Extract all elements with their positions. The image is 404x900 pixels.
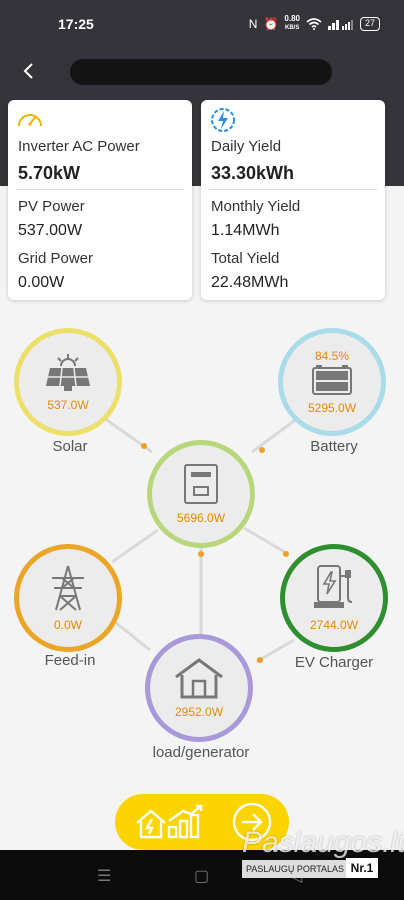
watermark-text: Paslaugos.lt [242,826,404,859]
battery-node[interactable]: 84.5% 5295.0W [278,328,386,436]
feedin-value: 0.0W [53,618,82,632]
inverter-node[interactable]: 5696.0W [147,440,255,548]
solar-value: 537.0W [47,398,89,412]
card-divider [16,189,184,190]
house-icon [175,658,223,699]
inverter-ev-line [243,526,289,556]
total-yield-label: Total Yield [211,250,280,267]
inverter-ac-power-label: Inverter AC Power [18,138,140,155]
pv-power-label: PV Power [18,198,85,215]
load-node[interactable]: 2952.0W [145,634,253,742]
speedometer-icon [18,114,42,127]
battery-percent: 84.5% [314,349,350,363]
daily-yield-label: Daily Yield [211,138,282,155]
battery-icon [312,365,352,395]
net-speed-unit: KB/S [285,25,300,31]
feedin-load-line [109,616,151,652]
wifi-icon [306,17,322,30]
redacted-site-title [70,59,332,85]
nfc-icon: N [248,16,258,31]
feedin-node[interactable]: 0.0W [14,544,122,652]
monthly-yield-label: Monthly Yield [211,198,301,215]
inverter-icon [184,464,218,504]
home-square-icon[interactable]: ▢ [194,866,209,886]
alarm-icon: ⏰ [263,16,279,31]
watermark-badge: Nr.1 [346,858,378,878]
power-tower-icon [52,565,84,611]
battery-value: 5295.0W [307,401,357,415]
lightning-icon [211,108,235,132]
status-icons: N ⏰ 0.80 KB/S 27 [249,15,380,32]
power-card: Inverter AC Power 5.70kW PV Power 537.00… [8,100,192,300]
battery-label: Battery [310,438,358,455]
back-button[interactable] [14,56,44,86]
grid-power-label: Grid Power [18,250,94,267]
inverter-value: 5696.0W [176,511,226,525]
total-yield-value: 22.48MWh [211,274,289,291]
net-speed-value: 0.80 [284,14,300,23]
recents-menu-icon[interactable]: ☰ [97,866,111,886]
grid-power-value: 0.00W [18,274,65,291]
load-label: load/generator [152,744,250,761]
ev-charger-node[interactable]: 2744.0W [280,544,388,652]
battery-indicator: 27 [359,16,380,31]
app-header [0,46,404,96]
chevron-left-icon [23,63,33,79]
solar-panel-icon [46,354,90,391]
ev-charger-icon [314,565,353,608]
inverter-ac-power-value: 5.70kW [18,163,81,183]
home-energy-trend-icon [136,804,203,839]
solar-label: Solar [52,438,88,455]
flow-dot-ev [283,551,289,557]
inverter-feedin-line [111,528,159,564]
ev-charger-label: EV Charger [294,654,374,671]
yield-card: Daily Yield 33.30kWh Monthly Yield 1.14M… [201,100,385,300]
pv-power-value: 537.00W [18,222,83,239]
feedin-label: Feed-in [44,652,96,669]
load-value: 2952.0W [174,705,224,719]
net-speed: 0.80 KB/S [284,15,300,32]
solar-node[interactable]: 537.0W [14,328,122,436]
daily-yield-value: 33.30kWh [211,163,295,183]
watermark-subtitle: PASLAUGŲ PORTALAS [242,860,349,878]
status-bar: 17:25 N ⏰ 0.80 KB/S 27 [0,0,404,46]
status-time: 17:25 [58,16,94,32]
flow-dot-load [198,551,204,557]
flow-dot-solar [141,443,147,449]
card-divider [209,189,377,190]
flow-dot-load-ev [257,657,263,663]
ev-charger-value: 2744.0W [309,618,359,632]
monthly-yield-value: 1.14MWh [211,222,280,239]
signal-icon [327,19,353,30]
